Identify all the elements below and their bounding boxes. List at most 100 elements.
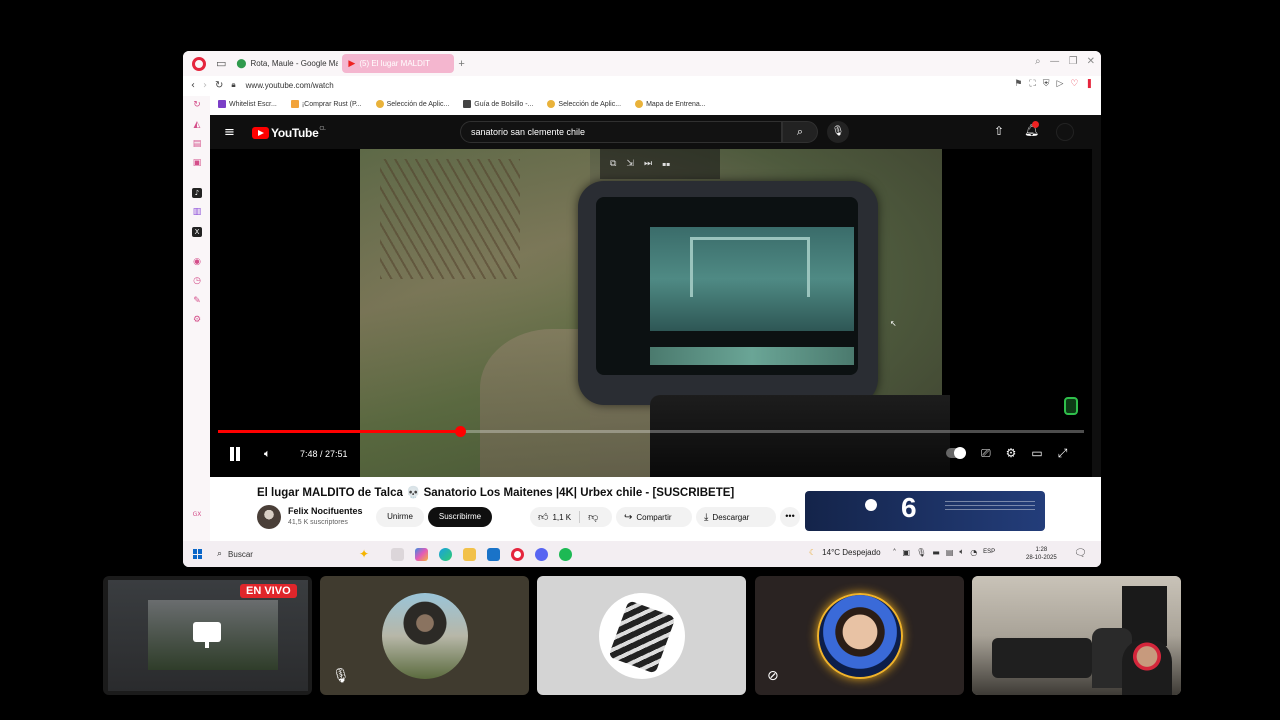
heart-icon[interactable]: ♡ bbox=[1070, 79, 1078, 89]
upload-icon[interactable]: ⇧ bbox=[994, 124, 1004, 138]
hamburger-menu-icon[interactable]: ≡ bbox=[224, 125, 235, 140]
minimize-button[interactable]: — bbox=[1050, 56, 1060, 67]
shield-icon[interactable]: ⛨ bbox=[1043, 79, 1050, 89]
gx-icon[interactable]: GX bbox=[192, 510, 202, 520]
menu-icon[interactable]: ❚ bbox=[1085, 79, 1093, 89]
search-input[interactable]: sanatorio san clemente chile bbox=[460, 121, 782, 143]
taskbar-search[interactable]: ⌕ Buscar bbox=[217, 549, 367, 559]
spotify-icon[interactable] bbox=[559, 547, 573, 561]
instagram-icon[interactable]: ▣ bbox=[192, 158, 202, 168]
popout-icon[interactable]: ⧉ bbox=[610, 159, 616, 169]
snapshot-icon[interactable]: ⛶ bbox=[1029, 79, 1035, 89]
tray-network-icon[interactable]: ▤ bbox=[946, 548, 954, 557]
participant-tile-camera[interactable] bbox=[972, 576, 1181, 695]
search-tabs-icon[interactable]: ⌕ bbox=[1035, 56, 1041, 67]
like-count[interactable]: 1,1 K bbox=[552, 513, 571, 522]
bookmark-item[interactable]: Selección de Aplic... bbox=[547, 100, 621, 108]
overlay-extension-icon[interactable] bbox=[1064, 397, 1078, 415]
settings-icon[interactable]: ⚙ bbox=[192, 315, 202, 325]
file-explorer-icon[interactable] bbox=[463, 547, 477, 561]
bookmark-icon[interactable]: ⚑ bbox=[1014, 79, 1022, 89]
player-icon[interactable]: ◉ bbox=[192, 257, 202, 267]
participant-tile-4[interactable]: ⊘ bbox=[755, 576, 964, 695]
reload-button[interactable]: ↻ bbox=[215, 80, 223, 91]
player-icon[interactable]: ▷ bbox=[1056, 79, 1063, 89]
more-actions-button[interactable]: ••• bbox=[780, 507, 800, 527]
language-indicator[interactable]: ESP bbox=[983, 549, 995, 555]
history-icon[interactable]: ↻ bbox=[192, 100, 202, 110]
outlook-icon[interactable] bbox=[487, 547, 501, 561]
opera-logo-icon[interactable] bbox=[192, 56, 206, 71]
tab-google-maps[interactable]: ⬤ Rota, Maule - Google Ma bbox=[230, 54, 338, 73]
pause-button[interactable] bbox=[228, 447, 242, 461]
youtube-logo[interactable]: YouTube CL bbox=[252, 126, 326, 140]
ad-banner[interactable]: 6 bbox=[805, 491, 1045, 531]
live-badge: EN VIVO bbox=[240, 584, 297, 598]
bookmark-item[interactable]: ¡Comprar Rust (P... bbox=[290, 100, 362, 108]
channel-name[interactable]: Felix Nocifuentes bbox=[288, 506, 363, 516]
share-button[interactable]: ↪ Compartir bbox=[616, 507, 692, 527]
tray-chevron-icon[interactable]: ˄ bbox=[893, 548, 897, 557]
autoplay-toggle[interactable] bbox=[946, 447, 966, 459]
tray-mic-icon[interactable]: 🎙︎ bbox=[916, 548, 926, 557]
copilot-sparkle-icon[interactable]: ✦ bbox=[359, 547, 369, 561]
detach-icon[interactable]: ⇲ bbox=[626, 159, 634, 169]
tray-wifi-icon[interactable]: ◔ bbox=[970, 548, 977, 557]
account-avatar[interactable] bbox=[1056, 123, 1074, 141]
progress-bar[interactable] bbox=[218, 426, 1084, 437]
task-view-icon[interactable] bbox=[391, 547, 405, 561]
webcam-feed bbox=[972, 576, 1181, 695]
progress-fill bbox=[218, 430, 461, 433]
channel-avatar[interactable] bbox=[257, 505, 281, 529]
edge-icon[interactable] bbox=[439, 547, 453, 561]
theater-mode-icon[interactable]: ▭ bbox=[1031, 446, 1042, 461]
tray-app-icon[interactable]: ▣ bbox=[903, 548, 911, 557]
volume-icon[interactable]: 🔈︎ bbox=[264, 447, 271, 461]
close-button[interactable]: ✕ bbox=[1087, 56, 1095, 67]
clock-icon[interactable]: ◷ bbox=[192, 276, 202, 286]
windows-start-icon[interactable] bbox=[193, 549, 203, 559]
system-clock[interactable]: 1:28 28-10-2025 bbox=[1026, 546, 1057, 562]
back-button[interactable]: ‹ bbox=[191, 80, 195, 91]
url-field[interactable]: www.youtube.com/watch bbox=[246, 81, 334, 90]
extensions-icon[interactable]: ✎ bbox=[192, 296, 202, 306]
copilot-icon[interactable] bbox=[415, 547, 429, 561]
video-player[interactable]: ⧉ ⇲ ⏭ ▪▪ ↖ 🔈︎ 7:48 / 27:51 ⎚ ⚙ ▭ ⤢ bbox=[210, 149, 1092, 477]
bookmark-item[interactable]: Guía de Bolsillo -... bbox=[463, 100, 533, 108]
search-button[interactable]: ⌕ bbox=[782, 121, 818, 143]
subtitles-icon[interactable]: ⎚ bbox=[981, 446, 991, 461]
tab-youtube[interactable]: ▶ (5) El lugar MALDIT bbox=[342, 54, 455, 73]
like-icon[interactable]: 👍︎ bbox=[538, 511, 548, 523]
bookmark-item[interactable]: Mapa de Entrena... bbox=[635, 100, 706, 108]
subscribe-button[interactable]: Suscribirme bbox=[428, 507, 492, 527]
messenger-icon[interactable]: ▤ bbox=[192, 139, 202, 149]
weather-text[interactable]: 14°C Despejado bbox=[822, 548, 880, 557]
participant-tile-3[interactable] bbox=[537, 576, 746, 695]
discord-icon[interactable] bbox=[535, 547, 549, 561]
bookmark-item[interactable]: Whitelist Escr... bbox=[218, 100, 277, 108]
tab-menu-icon[interactable]: ▭ bbox=[216, 57, 226, 70]
opera-taskbar-icon[interactable] bbox=[511, 547, 525, 561]
overlay-menu-icon[interactable]: ▪▪ bbox=[662, 161, 670, 168]
new-tab-button[interactable]: + bbox=[458, 58, 464, 70]
bookmark-item[interactable]: Selección de Aplic... bbox=[375, 100, 449, 108]
voice-search-button[interactable]: 🎙︎ bbox=[827, 121, 849, 143]
twitch-icon[interactable]: ▥ bbox=[192, 207, 202, 217]
join-button[interactable]: Unirme bbox=[376, 507, 424, 527]
aria-icon[interactable]: ◭ bbox=[192, 120, 202, 130]
fullscreen-icon[interactable]: ⤢ bbox=[1058, 446, 1068, 461]
dislike-icon[interactable]: 👎︎ bbox=[588, 511, 598, 523]
restore-button[interactable]: ❐ bbox=[1069, 56, 1078, 67]
next-icon[interactable]: ⏭ bbox=[644, 159, 652, 169]
forward-button[interactable]: › bbox=[203, 80, 207, 91]
download-button[interactable]: ⤓ Descargar bbox=[696, 507, 776, 527]
notification-badge bbox=[1032, 121, 1039, 128]
tiktok-icon[interactable]: ♪ bbox=[192, 188, 202, 198]
tray-battery-icon[interactable]: ▬ bbox=[932, 548, 940, 557]
x-icon[interactable]: X bbox=[192, 227, 202, 237]
participant-tile-screenshare[interactable]: EN VIVO bbox=[103, 576, 312, 695]
tray-volume-icon[interactable]: 🔈︎ bbox=[959, 547, 964, 557]
settings-gear-icon[interactable]: ⚙ bbox=[1006, 446, 1017, 461]
participant-tile-2[interactable]: 🎙︎ bbox=[320, 576, 529, 695]
notification-center-icon[interactable]: 🗨︎ bbox=[1074, 548, 1087, 559]
